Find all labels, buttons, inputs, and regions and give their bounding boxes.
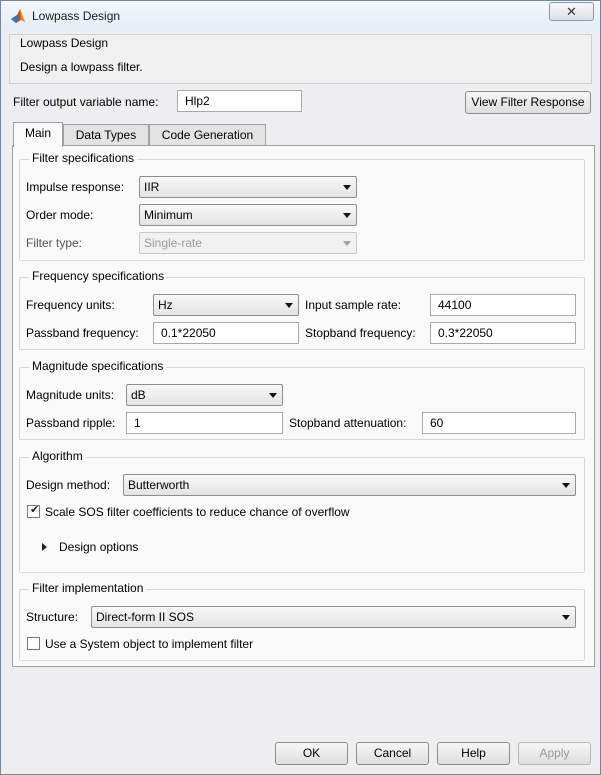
expand-triangle-icon[interactable]: [42, 543, 47, 551]
input-sample-rate-field[interactable]: 44100: [430, 294, 576, 316]
structure-value: Direct-form II SOS: [96, 610, 195, 624]
filter-implementation-title: Filter implementation: [29, 581, 147, 595]
stopband-frequency-field[interactable]: 0.3*22050: [430, 322, 576, 344]
tab-code-generation[interactable]: Code Generation: [149, 124, 266, 146]
close-icon: ✕: [566, 4, 577, 19]
algorithm-title: Algorithm: [29, 449, 86, 463]
chevron-down-icon: [562, 483, 570, 488]
order-mode-label: Order mode:: [26, 208, 94, 222]
structure-select[interactable]: Direct-form II SOS: [91, 606, 576, 628]
passband-ripple-field[interactable]: 1: [126, 412, 283, 434]
impulse-response-label: Impulse response:: [26, 180, 125, 194]
design-options-toggle[interactable]: Design options: [59, 540, 138, 554]
magnitude-specs-title: Magnitude specifications: [29, 359, 167, 373]
chevron-down-icon: [343, 241, 351, 246]
magnitude-units-value: dB: [131, 388, 146, 402]
chevron-down-icon: [269, 393, 277, 398]
filter-implementation-group: Filter implementation Structure: Direct-…: [19, 581, 585, 661]
checkmark-icon: ✔: [30, 504, 40, 516]
design-method-value: Butterworth: [128, 478, 190, 492]
passband-ripple-label: Passband ripple:: [26, 416, 116, 430]
tab-main[interactable]: Main: [13, 122, 63, 147]
scale-sos-label: Scale SOS filter coefficients to reduce …: [45, 505, 350, 519]
filter-type-value: Single-rate: [144, 236, 203, 250]
help-button[interactable]: Help: [437, 742, 510, 765]
order-mode-select[interactable]: Minimum: [139, 204, 357, 226]
close-button[interactable]: ✕: [549, 2, 594, 21]
tab-data-types[interactable]: Data Types: [63, 124, 149, 146]
chevron-down-icon: [343, 185, 351, 190]
filter-type-select: Single-rate: [139, 232, 357, 254]
impulse-response-select[interactable]: IIR: [139, 176, 357, 198]
filter-type-label: Filter type:: [26, 236, 83, 250]
design-method-label: Design method:: [26, 478, 111, 492]
frequency-specs-group: Frequency specifications Frequency units…: [19, 269, 585, 350]
frequency-units-label: Frequency units:: [26, 298, 115, 312]
filter-specs-title: Filter specifications: [29, 151, 138, 165]
apply-button: Apply: [518, 742, 591, 765]
header-description: Design a lowpass filter.: [20, 60, 143, 74]
input-sample-rate-label: Input sample rate:: [305, 298, 402, 312]
magnitude-units-select[interactable]: dB: [126, 384, 283, 406]
filter-specs-group: Filter specifications Impulse response: …: [19, 151, 585, 261]
magnitude-units-label: Magnitude units:: [26, 388, 115, 402]
system-object-label: Use a System object to implement filter: [45, 637, 254, 651]
cancel-button[interactable]: Cancel: [356, 742, 429, 765]
impulse-response-value: IIR: [144, 180, 160, 194]
frequency-specs-title: Frequency specifications: [29, 269, 168, 283]
chevron-down-icon: [562, 615, 570, 620]
passband-frequency-label: Passband frequency:: [26, 326, 139, 340]
header-panel: Lowpass Design Design a lowpass filter.: [9, 34, 592, 84]
order-mode-value: Minimum: [144, 208, 193, 222]
magnitude-specs-group: Magnitude specifications Magnitude units…: [19, 359, 585, 440]
title-bar: Lowpass Design ✕: [1, 1, 600, 31]
view-filter-response-button[interactable]: View Filter Response: [465, 91, 591, 114]
window-title: Lowpass Design: [32, 9, 121, 23]
matlab-logo-icon: [11, 9, 25, 23]
structure-label: Structure:: [26, 610, 79, 624]
header-title: Lowpass Design: [20, 36, 109, 50]
frequency-units-value: Hz: [158, 298, 173, 312]
stopband-attenuation-field[interactable]: 60: [422, 412, 576, 434]
algorithm-group: Algorithm Design method: Butterworth ✔ S…: [19, 449, 585, 573]
frequency-units-select[interactable]: Hz: [153, 294, 299, 316]
stopband-frequency-label: Stopband frequency:: [305, 326, 416, 340]
stopband-attenuation-label: Stopband attenuation:: [289, 416, 407, 430]
scale-sos-checkbox[interactable]: ✔: [27, 504, 40, 518]
design-method-select[interactable]: Butterworth: [123, 474, 576, 496]
chevron-down-icon: [343, 213, 351, 218]
passband-frequency-field[interactable]: 0.1*22050: [153, 322, 299, 344]
output-var-input[interactable]: Hlp2: [177, 90, 302, 112]
system-object-checkbox[interactable]: [27, 637, 40, 650]
chevron-down-icon: [285, 303, 293, 308]
main-tab-panel: Filter specifications Impulse response: …: [12, 145, 595, 667]
output-var-label: Filter output variable name:: [13, 95, 159, 109]
dialog-window: Lowpass Design ✕ Lowpass Design Design a…: [0, 0, 601, 775]
ok-button[interactable]: OK: [275, 742, 348, 765]
